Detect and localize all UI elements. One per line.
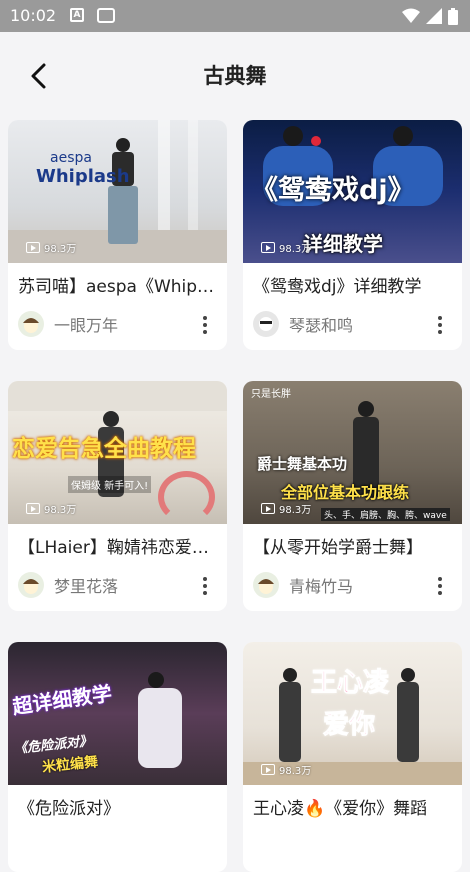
top-bar: 古典舞	[0, 32, 470, 116]
notification-a-icon: A	[70, 8, 84, 22]
signal-icon	[426, 8, 442, 24]
video-card[interactable]: 超详细教学 《危险派对》 米粒编舞 《危险派对》	[8, 642, 227, 872]
thumbnail-caption: 全部位基本功跟练	[281, 483, 410, 502]
avatar	[253, 311, 279, 337]
video-title[interactable]: 【LHaier】鞠婧祎恋爱告急	[18, 533, 217, 558]
author-name: 梦里花落	[54, 577, 119, 596]
thumbnail-caption: 《鸳鸯戏dj》	[251, 175, 415, 206]
author-name: 琴瑟和鸣	[289, 316, 354, 335]
more-options-button[interactable]	[197, 577, 213, 595]
more-options-button[interactable]	[197, 316, 213, 334]
view-count: 98.3万	[261, 501, 311, 516]
video-card[interactable]: 恋爱告急全曲教程 保姆级 新手可入! 98.3万 【LHaier】鞠婧祎恋爱告急…	[8, 381, 227, 611]
thumbnail-caption: 王心凌	[310, 668, 390, 699]
view-count-label: 98.3万	[44, 505, 77, 516]
video-title[interactable]: 苏司喵】aespa《Whiplash》	[18, 272, 217, 297]
avatar	[18, 572, 44, 598]
video-thumbnail[interactable]: 超详细教学 《危险派对》 米粒编舞	[8, 642, 227, 785]
video-thumbnail[interactable]: 《鸳鸯戏dj》 详细教学 98.3万	[243, 120, 462, 263]
video-thumbnail[interactable]: aespa Whiplash 98.3万	[8, 120, 227, 263]
view-count: 98.3万	[261, 762, 311, 777]
video-thumbnail[interactable]: 只是长胖 爵士舞基本功 全部位基本功跟练 头、手、肩膀、胸、胯、wave 98.…	[243, 381, 462, 524]
thumbnail-caption: aespa	[50, 150, 92, 166]
thumbnail-caption: 恋爱告急全曲教程	[12, 436, 196, 462]
author-name: 青梅竹马	[289, 577, 354, 596]
video-title[interactable]: 《鸳鸯戏dj》详细教学	[253, 272, 452, 297]
view-count: 98.3万	[26, 501, 76, 516]
view-count-label: 98.3万	[279, 505, 312, 516]
view-count-label: 98.3万	[279, 244, 312, 255]
video-thumbnail[interactable]: 王心凌 爱你 98.3万	[243, 642, 462, 785]
status-time: 10:02	[10, 6, 57, 25]
thumbnail-caption: 保姆级 新手可入!	[68, 476, 152, 493]
video-title[interactable]: 《危险派对》	[18, 794, 217, 819]
video-card[interactable]: 《鸳鸯戏dj》 详细教学 98.3万 《鸳鸯戏dj》详细教学 琴瑟和鸣	[243, 120, 462, 350]
play-icon	[26, 242, 40, 253]
app-notification-icon	[97, 8, 115, 23]
view-count: 98.3万	[26, 240, 76, 255]
view-count-label: 98.3万	[279, 766, 312, 777]
author[interactable]: 琴瑟和鸣	[253, 310, 353, 338]
more-options-button[interactable]	[432, 577, 448, 595]
author[interactable]: 一眼万年	[18, 310, 118, 338]
thumbnail-caption: 头、手、肩膀、胸、胯、wave	[321, 508, 450, 521]
thumbnail-caption: 爵士舞基本功	[257, 455, 348, 473]
author[interactable]: 梦里花落	[18, 571, 118, 599]
video-card[interactable]: aespa Whiplash 98.3万 苏司喵】aespa《Whiplash》…	[8, 120, 227, 350]
video-title[interactable]: 【从零开始学爵士舞】	[253, 533, 452, 558]
author[interactable]: 青梅竹马	[253, 571, 353, 599]
thumbnail-caption: 超详细教学	[11, 681, 114, 719]
thumbnail-caption: 详细教学	[303, 232, 383, 256]
status-bar: 10:02 A	[0, 0, 470, 32]
video-thumbnail[interactable]: 恋爱告急全曲教程 保姆级 新手可入! 98.3万	[8, 381, 227, 524]
thumbnail-caption: 只是长胖	[251, 389, 291, 400]
author-name: 一眼万年	[54, 316, 119, 335]
thumbnail-caption: Whiplash	[36, 166, 130, 187]
play-icon	[261, 764, 275, 775]
avatar	[253, 572, 279, 598]
video-title[interactable]: 王心凌🔥《爱你》舞蹈	[253, 794, 452, 819]
more-options-button[interactable]	[432, 316, 448, 334]
video-card[interactable]: 王心凌 爱你 98.3万 王心凌🔥《爱你》舞蹈	[243, 642, 462, 872]
view-count-label: 98.3万	[44, 244, 77, 255]
avatar	[18, 311, 44, 337]
thumbnail-caption: 爱你	[322, 710, 376, 741]
page-title: 古典舞	[203, 64, 267, 88]
play-icon	[261, 503, 275, 514]
thumbnail-caption: 米粒编舞	[41, 754, 99, 776]
battery-icon	[448, 7, 458, 25]
play-icon	[261, 242, 275, 253]
video-card[interactable]: 只是长胖 爵士舞基本功 全部位基本功跟练 头、手、肩膀、胸、胯、wave 98.…	[243, 381, 462, 611]
wifi-icon	[402, 8, 420, 23]
play-icon	[26, 503, 40, 514]
view-count: 98.3万	[261, 240, 311, 255]
